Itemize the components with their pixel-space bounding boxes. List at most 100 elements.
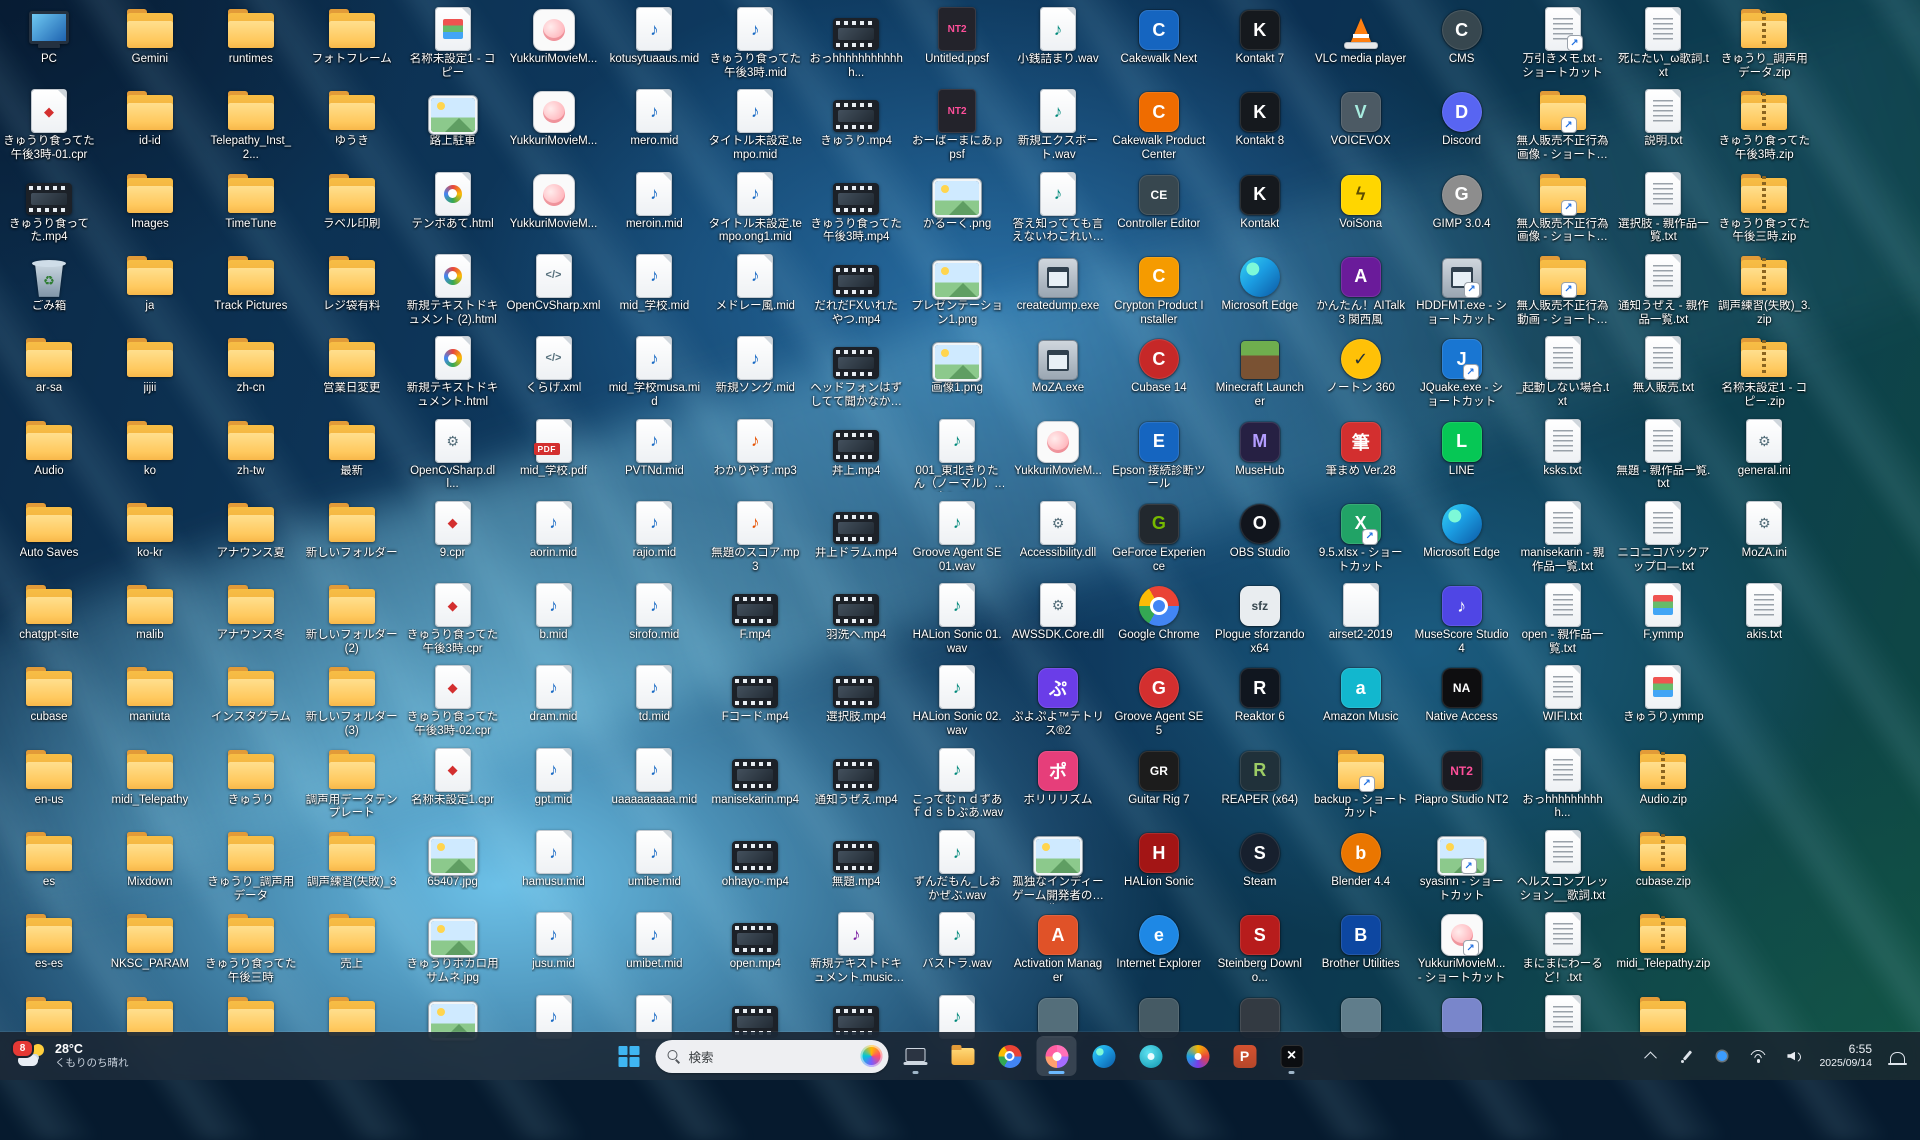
desktop-icon[interactable]: SSteam [1212, 827, 1308, 890]
desktop-icon[interactable]: Audio.zip [1615, 745, 1711, 808]
taskbar-app-colorful-browser[interactable] [1178, 1036, 1218, 1076]
desktop-icon[interactable]: 丼上.mp4 [808, 416, 904, 479]
desktop-icon[interactable]: ♪小銭詰まり.wav [1010, 4, 1106, 67]
desktop-icon[interactable]: SSteinberg Downlo... [1212, 909, 1308, 986]
desktop-icon[interactable]: DDiscord [1414, 86, 1510, 149]
desktop-icon[interactable]: ♪Groove Agent SE 01.wav [909, 498, 1005, 575]
desktop-icon[interactable]: NT2Untitled.ppsf [909, 4, 1005, 67]
desktop-icon[interactable]: 営業日変更 [304, 333, 400, 396]
desktop-icon[interactable]: BBrother Utilities [1313, 909, 1409, 972]
desktop-icon[interactable]: X↗9.5.xlsx - ショートカット [1313, 498, 1409, 575]
start-button[interactable] [609, 1036, 649, 1076]
desktop-icon[interactable]: aAmazon Music [1313, 662, 1409, 725]
desktop-icon[interactable]: LLINE [1414, 416, 1510, 479]
desktop-icon[interactable]: Google Chrome [1111, 580, 1207, 643]
desktop-icon[interactable]: ぷぷよぷよ™テトリス®2 [1010, 662, 1106, 739]
desktop-icon[interactable]: フォトフレーム [304, 4, 400, 67]
desktop-icon[interactable]: ⚙AWSSDK.Core.dll [1010, 580, 1106, 643]
desktop-icon[interactable]: 通知うぜえ - 親作品一覧.txt [1615, 251, 1711, 328]
desktop-icon[interactable]: ♪umibet.mid [606, 909, 702, 972]
widgets-button[interactable]: 8 28°C くもりのち晴れ [6, 1035, 141, 1077]
desktop-icon[interactable]: ♪jusu.mid [506, 909, 602, 972]
desktop-icon[interactable]: id-id [102, 86, 198, 149]
desktop-icon[interactable]: midi_Telepathy [102, 745, 198, 808]
desktop-icon[interactable]: レジ袋有料 [304, 251, 400, 314]
desktop-icon[interactable]: きゅうり食ってた.mp4 [1, 169, 97, 246]
desktop-icon[interactable]: 無人販売.txt [1615, 333, 1711, 396]
desktop-icon[interactable]: おっhhhhhhhhhh... [1515, 745, 1611, 822]
desktop-icon[interactable]: きゅうり_調声用データ [203, 827, 299, 904]
desktop-icon[interactable]: 路上駐車 [405, 86, 501, 149]
desktop-icon[interactable]: Audio [1, 416, 97, 479]
desktop-icon[interactable]: ♪答え知ってても言えないわこれい.wav [1010, 169, 1106, 246]
desktop-icon[interactable]: 孤独なインディーゲーム開発者の一生... [1010, 827, 1106, 904]
desktop-icon[interactable]: きゅうりポカロ用サムネ.jpg [405, 909, 501, 986]
desktop-icon[interactable]: ko [102, 416, 198, 479]
desktop-icon[interactable]: KKontakt 7 [1212, 4, 1308, 67]
desktop-icon[interactable]: GGeForce Experience [1111, 498, 1207, 575]
desktop-icon[interactable]: 羽洗へ.mp4 [808, 580, 904, 643]
taskbar-app-teal-app[interactable] [1131, 1036, 1171, 1076]
desktop-icon[interactable]: manisekarin.mp4 [707, 745, 803, 808]
desktop-icon[interactable]: MMuseHub [1212, 416, 1308, 479]
desktop-icon[interactable]: en-us [1, 745, 97, 808]
desktop-icon[interactable]: chatgpt-site [1, 580, 97, 643]
desktop-icon[interactable]: ◆きゅうり食ってた午後3時-01.cpr [1, 86, 97, 163]
desktop-icon[interactable]: KKontakt 8 [1212, 86, 1308, 149]
desktop-icon[interactable]: ♪uaaaaaaaaa.mid [606, 745, 702, 808]
desktop-icon[interactable]: ♪mid_学校musa.mid [606, 333, 702, 410]
desktop-icon[interactable]: Microsoft Edge [1212, 251, 1308, 314]
desktop-icon[interactable]: ↗無人販売不正行為 画像 - ショートカット [1515, 169, 1611, 246]
desktop-icon[interactable]: 無題 - 親作品一覧.txt [1615, 416, 1711, 493]
desktop-icon[interactable]: ksks.txt [1515, 416, 1611, 479]
desktop-icon[interactable]: Mixdown [102, 827, 198, 890]
desktop-icon[interactable]: NANative Access [1414, 662, 1510, 725]
desktop-icon[interactable]: 選択肢 - 親作品一覧.txt [1615, 169, 1711, 246]
desktop-icon[interactable]: ♪PVTNd.mid [606, 416, 702, 479]
desktop-icon[interactable]: CCMS [1414, 4, 1510, 67]
taskbar-app-x[interactable] [1272, 1036, 1312, 1076]
desktop-icon[interactable]: 通知うぜえ.mp4 [808, 745, 904, 808]
desktop-icon[interactable]: runtimes [203, 4, 299, 67]
desktop-icon[interactable]: 名称未設定1 - コピー [405, 4, 501, 81]
desktop-icon[interactable]: malib [102, 580, 198, 643]
desktop-icon[interactable]: ◆きゅうり食ってた午後3時.cpr [405, 580, 501, 657]
search-input[interactable]: 検索 [656, 1040, 889, 1073]
desktop-icon[interactable]: zh-tw [203, 416, 299, 479]
desktop-icon[interactable]: NT2Piapro Studio NT2 [1414, 745, 1510, 808]
desktop-icon[interactable]: ohhayo-.mp4 [707, 827, 803, 890]
desktop-icon[interactable]: _起動しない場合.txt [1515, 333, 1611, 410]
desktop-icon[interactable]: 新しいフォルダー [304, 498, 400, 561]
desktop-icon[interactable]: 新規テキストドキュメント (2).html [405, 251, 501, 328]
desktop-icon[interactable]: ◆9.cpr [405, 498, 501, 561]
desktop-icon[interactable]: KKontakt [1212, 169, 1308, 232]
taskbar-app-powerpoint[interactable] [1225, 1036, 1265, 1076]
desktop-icon[interactable]: ♪タイトル未設定.tempo.ong1.mid [707, 169, 803, 246]
desktop-icon[interactable]: CEController Editor [1111, 169, 1207, 232]
desktop-icon[interactable]: ♪umibe.mid [606, 827, 702, 890]
desktop-icon[interactable]: OOBS Studio [1212, 498, 1308, 561]
desktop-icon[interactable]: ♪新規テキストドキュメント.musicxml [808, 909, 904, 986]
desktop-icon[interactable]: Fコード.mp4 [707, 662, 803, 725]
desktop-icon[interactable]: YukkuriMovieM... [506, 86, 602, 149]
desktop-icon[interactable]: createdump.exe [1010, 251, 1106, 314]
desktop-icon[interactable]: </>くらげ.xml [506, 333, 602, 396]
desktop-icon[interactable]: cubase [1, 662, 97, 725]
desktop-icon[interactable]: ♪rajio.mid [606, 498, 702, 561]
desktop-icon[interactable]: アナウンス冬 [203, 580, 299, 643]
desktop-icon[interactable]: ♪わかりやす.mp3 [707, 416, 803, 479]
desktop-icon[interactable]: PC [1, 4, 97, 67]
desktop-icon[interactable]: きゅうり食ってた午後3時.mp4 [808, 169, 904, 246]
desktop-icon[interactable]: 死にたい_ω歌詞.txt [1615, 4, 1711, 81]
desktop-icon[interactable]: CCubase 14 [1111, 333, 1207, 396]
desktop-icon[interactable]: 選択肢.mp4 [808, 662, 904, 725]
desktop-icon[interactable]: ✓ノートン 360 [1313, 333, 1409, 396]
desktop-icon[interactable]: かるーく.png [909, 169, 1005, 232]
desktop-icon[interactable]: ↗backup - ショートカット [1313, 745, 1409, 822]
desktop-icon[interactable]: ♪aorin.mid [506, 498, 602, 561]
desktop-icon[interactable]: airset2-2019 [1313, 580, 1409, 643]
desktop-icon[interactable]: ↗無人販売不正行為 画像 - ショートカッ... [1515, 86, 1611, 163]
desktop-icon[interactable]: J↗JQuake.exe - ショートカット [1414, 333, 1510, 410]
desktop-icon[interactable]: ♪b.mid [506, 580, 602, 643]
desktop-icon[interactable]: ♻ごみ箱 [1, 251, 97, 314]
